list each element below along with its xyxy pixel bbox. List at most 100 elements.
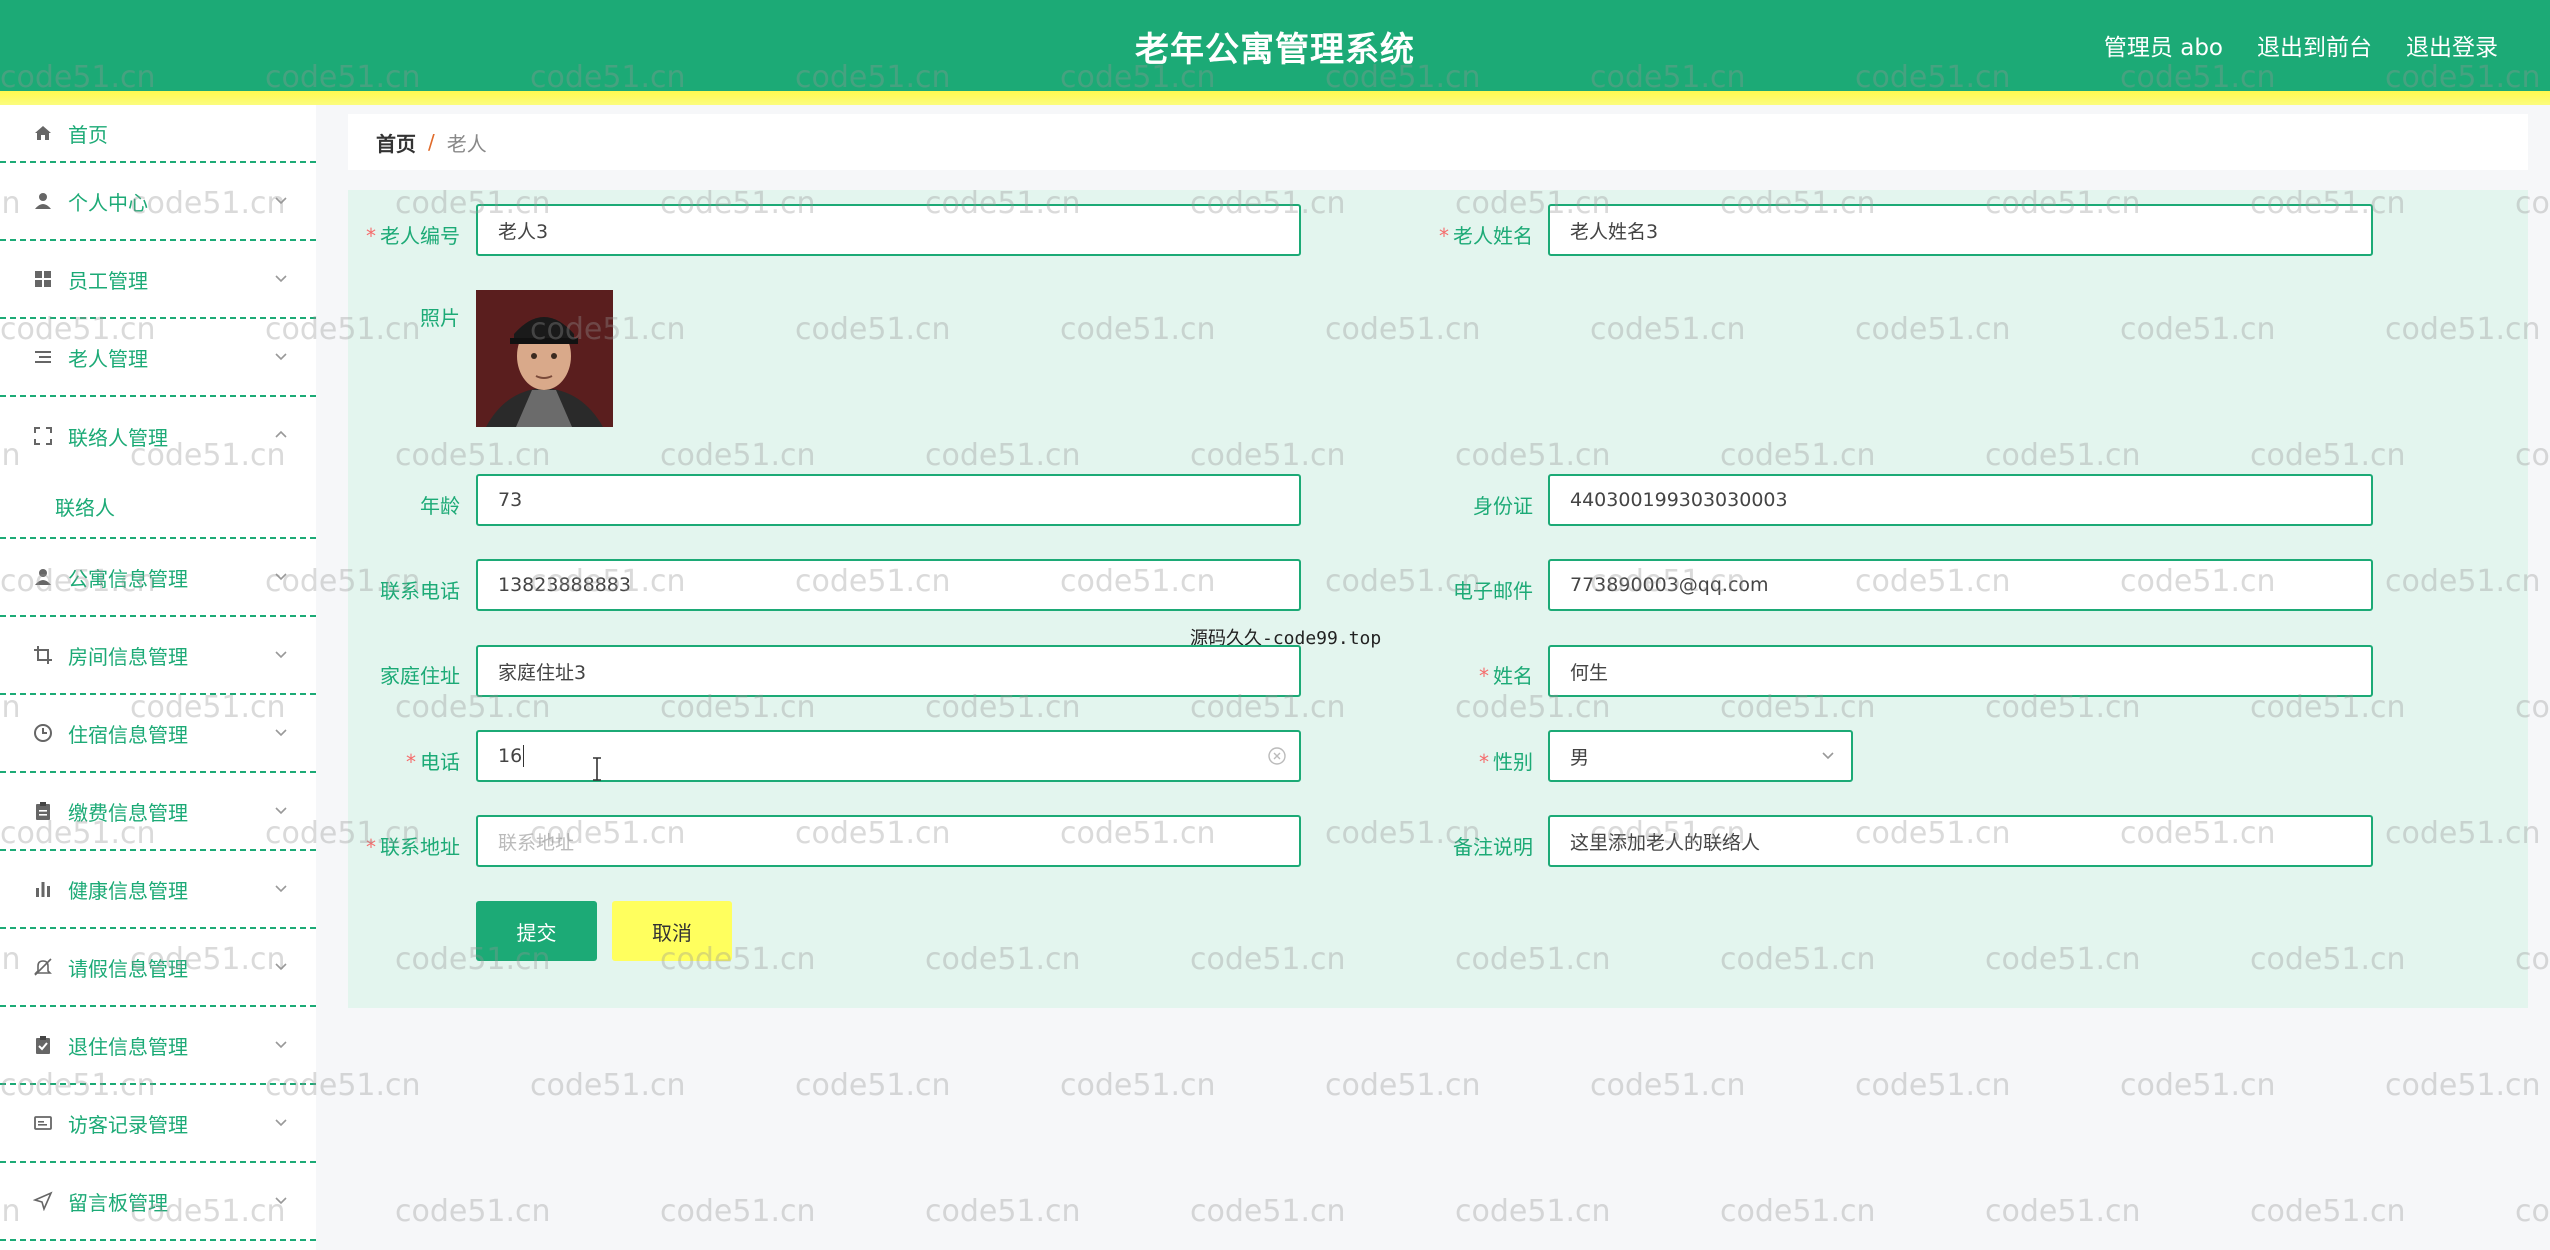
sidebar-item-label: 首页 [68, 122, 108, 147]
watermark-text: code51.cn [1590, 1068, 1746, 1103]
remark-label: 备注说明 [1453, 835, 1533, 859]
gender-select[interactable]: 男 [1548, 730, 1853, 782]
cancel-button[interactable]: 取消 [612, 901, 732, 961]
watermark-text: code51.cn [1455, 1194, 1611, 1229]
address-label: 家庭住址 [380, 664, 460, 688]
sidebar-item-staff[interactable]: 员工管理 [0, 241, 316, 319]
contact-address-field[interactable]: 联系地址 [476, 815, 1301, 867]
elder-no-field[interactable]: 老人3 [476, 204, 1301, 256]
sidebar-item-payment[interactable]: 缴费信息管理 [0, 773, 316, 851]
sidebar-item-checkout[interactable]: 退住信息管理 [0, 1007, 316, 1085]
clipboard-check-icon [32, 1034, 54, 1056]
email-label: 电子邮件 [1453, 579, 1533, 603]
sidebar-item-lodging[interactable]: 住宿信息管理 [0, 695, 316, 773]
admin-user-label: 管理员 abo [2103, 35, 2223, 61]
sidebar-item-contacts[interactable]: 联络人管理 [0, 397, 316, 475]
sidebar-item-visitors[interactable]: 访客记录管理 [0, 1085, 316, 1163]
watermark-text: code51.cn [1985, 1194, 2141, 1229]
chevron-down-icon [275, 275, 287, 283]
chevron-up-icon [275, 430, 287, 438]
chevron-down-icon [275, 573, 287, 581]
watermark-text: code51.cn [660, 1194, 816, 1229]
sidebar-subitem-contact[interactable]: 联络人 [0, 475, 316, 539]
bar-chart-icon [32, 878, 54, 900]
sidebar-item-label: 房间信息管理 [68, 644, 188, 669]
sidebar-item-label: 访客记录管理 [68, 1112, 188, 1137]
id-card-field[interactable]: 440300199303030003 [1548, 474, 2373, 526]
gender-label: * 性别 [1479, 750, 1533, 774]
sidebar-item-elders[interactable]: 老人管理 [0, 319, 316, 397]
sidebar-item-label: 个人中心 [68, 190, 148, 215]
chevron-down-icon [275, 1119, 287, 1127]
id-card-label: 身份证 [1473, 494, 1533, 518]
contact-address-label: * 联系地址 [366, 835, 460, 859]
elder-photo[interactable] [476, 290, 613, 427]
sidebar-item-apartment[interactable]: 公寓信息管理 [0, 539, 316, 617]
fullscreen-icon [32, 425, 54, 447]
sidebar-item-health[interactable]: 健康信息管理 [0, 851, 316, 929]
user-icon [32, 190, 54, 212]
age-label: 年龄 [420, 494, 460, 518]
sidebar-item-label: 联络人管理 [68, 425, 168, 450]
breadcrumb-home[interactable]: 首页 [376, 128, 416, 157]
watermark-text: code51.cn [1060, 1068, 1216, 1103]
chevron-down-icon [275, 729, 287, 737]
sidebar-item-label: 健康信息管理 [68, 878, 188, 903]
list-icon [32, 346, 54, 368]
elder-name-field[interactable]: 老人姓名3 [1548, 204, 2373, 256]
chevron-down-icon [275, 807, 287, 815]
user-icon [32, 566, 54, 588]
sidebar: 首页 个人中心 员工管理 老人管理 联络人管理 联络人 公寓信息管理 房间信息管… [0, 105, 316, 1250]
grid-icon [32, 268, 54, 290]
sidebar-item-personal[interactable]: 个人中心 [0, 163, 316, 241]
logout-link[interactable]: 退出登录 [2406, 28, 2498, 62]
watermark-text: code51.cn [2120, 1068, 2276, 1103]
watermark-text: code51.cn [925, 1194, 1081, 1229]
sidebar-item-messages[interactable]: 留言板管理 [0, 1163, 316, 1241]
age-field[interactable]: 73 [476, 474, 1301, 526]
watermark-text: code51.cn [1190, 1194, 1346, 1229]
sidebar-item-home[interactable]: 首页 [0, 105, 316, 163]
contact-name-field[interactable]: 何生 [1548, 645, 2373, 697]
sidebar-item-leave[interactable]: 请假信息管理 [0, 929, 316, 1007]
address-field[interactable]: 家庭住址3 [476, 645, 1301, 697]
elder-no-label: * 老人编号 [366, 224, 460, 248]
watermark-text: code51.cn [395, 1194, 551, 1229]
sidebar-item-label: 住宿信息管理 [68, 722, 188, 747]
sidebar-item-label: 老人管理 [68, 346, 148, 371]
crop-icon [32, 644, 54, 666]
sidebar-item-label: 留言板管理 [68, 1190, 168, 1215]
watermark-text: code51.cn [1325, 1068, 1481, 1103]
breadcrumb-current: 老人 [446, 131, 487, 156]
text-caret [523, 745, 525, 767]
email-field[interactable]: 773890003@qq.com [1548, 559, 2373, 611]
watermark-text: code51.cn [1720, 1194, 1876, 1229]
watermark-text: code51.cn [2385, 1068, 2541, 1103]
chevron-down-icon [275, 651, 287, 659]
chevron-down-icon [275, 1041, 287, 1049]
chevron-down-icon [275, 963, 287, 971]
breadcrumb: 首页 / 老人 [348, 114, 2528, 170]
photo-label: 照片 [420, 306, 460, 330]
breadcrumb-separator: / [428, 130, 435, 154]
sidebar-item-label: 退住信息管理 [68, 1034, 188, 1059]
phone-label: 联系电话 [380, 579, 460, 603]
phone-field[interactable]: 13823888883 [476, 559, 1301, 611]
clear-icon[interactable] [1267, 746, 1287, 766]
submit-button[interactable]: 提交 [476, 901, 597, 961]
exit-to-front-link[interactable]: 退出到前台 [2257, 28, 2372, 62]
header-stripe [0, 91, 2550, 105]
watermark-text: code51.cn [2515, 1194, 2550, 1229]
contact-phone-label: * 电话 [406, 750, 460, 774]
sidebar-item-label: 员工管理 [68, 268, 148, 293]
chevron-down-icon [275, 353, 287, 361]
remark-field[interactable]: 这里添加老人的联络人 [1548, 815, 2373, 867]
clock-icon [32, 722, 54, 744]
text-cursor-icon [593, 757, 601, 781]
watermark-text: code51.cn [2250, 1194, 2406, 1229]
sidebar-item-rooms[interactable]: 房间信息管理 [0, 617, 316, 695]
top-header: 老年公寓管理系统 管理员 abo 退出到前台 退出登录 [0, 0, 2550, 91]
elder-name-label: * 老人姓名 [1439, 224, 1533, 248]
home-icon [32, 122, 54, 144]
chevron-down-icon [275, 885, 287, 893]
